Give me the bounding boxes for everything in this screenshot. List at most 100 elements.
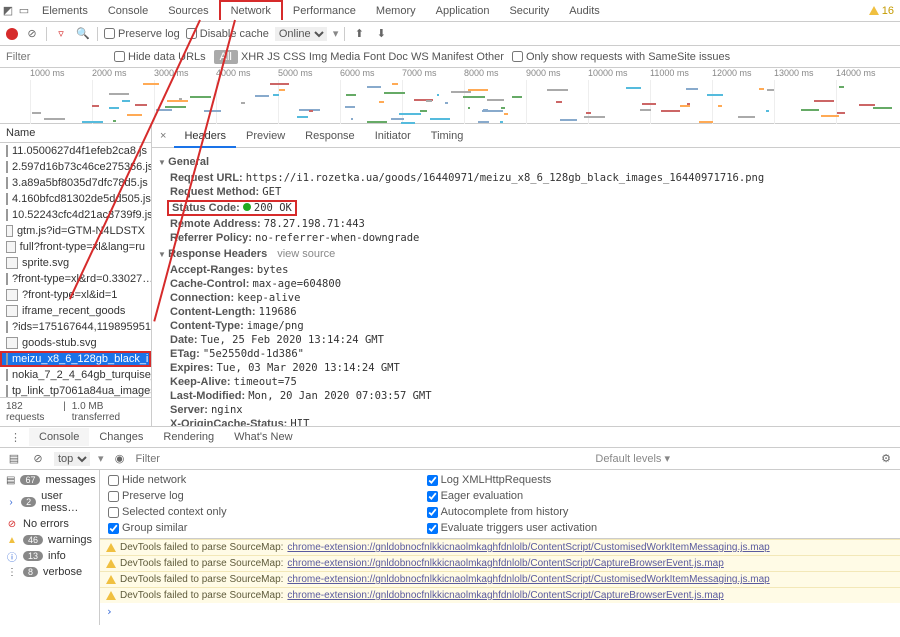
sourcemap-link[interactable]: chrome-extension://gnldobnocfnlkkicnaolm… <box>287 590 723 601</box>
samesite-checkbox[interactable]: Only show requests with SameSite issues <box>512 51 730 63</box>
console-opt-log-xmlhttprequests[interactable]: Log XMLHttpRequests <box>427 474 598 486</box>
file-icon <box>6 337 18 349</box>
drawer-tab-rendering[interactable]: Rendering <box>153 428 224 446</box>
filter-type-img[interactable]: Img <box>309 51 327 63</box>
upload-icon[interactable]: ⬆ <box>351 26 367 42</box>
clear-icon[interactable]: ⊘ <box>24 26 40 42</box>
filter-type-font[interactable]: Font <box>363 51 385 63</box>
request-row[interactable]: sprite.svg <box>0 255 151 271</box>
tab-sources[interactable]: Sources <box>158 2 218 20</box>
settings-gear-icon[interactable]: ⚙ <box>878 451 894 467</box>
tab-application[interactable]: Application <box>426 2 500 20</box>
tab-elements[interactable]: Elements <box>32 2 98 20</box>
file-icon <box>6 385 8 397</box>
console-filter-warnings[interactable]: ▲46warnings <box>0 532 99 548</box>
request-row[interactable]: iframe_recent_goods <box>0 303 151 319</box>
sidebar-toggle-icon[interactable]: ▤ <box>6 451 22 467</box>
console-opt-selected-context-only[interactable]: Selected context only <box>108 506 227 518</box>
filter-type-manifest[interactable]: Manifest <box>432 51 474 63</box>
search-icon[interactable]: 🔍 <box>75 26 91 42</box>
waterfall-overview[interactable]: 1000 ms2000 ms3000 ms4000 ms5000 ms6000 … <box>0 68 900 124</box>
filter-type-other[interactable]: Other <box>476 51 504 63</box>
clear-console-icon[interactable]: ⊘ <box>30 451 46 467</box>
tab-network[interactable]: Network <box>219 0 283 20</box>
header-row: Accept-Ranges: bytes <box>170 264 888 276</box>
filter-type-ws[interactable]: WS <box>411 51 429 63</box>
console-opt-preserve-log[interactable]: Preserve log <box>108 490 227 502</box>
eye-icon[interactable]: ◉ <box>112 451 128 467</box>
request-row[interactable]: 4.160bfcd81302de5dd505.js <box>0 191 151 207</box>
filter-input[interactable] <box>6 51 106 63</box>
console-opt-autocomplete-from-history[interactable]: Autocomplete from history <box>427 506 598 518</box>
drawer-tab-changes[interactable]: Changes <box>89 428 153 446</box>
request-row[interactable]: 3.a89a5bf8035d7dfc78d5.js <box>0 175 151 191</box>
filter-type-media[interactable]: Media <box>330 51 360 63</box>
download-icon[interactable]: ⬇ <box>373 26 389 42</box>
warning-icon <box>106 591 116 600</box>
general-section[interactable]: General <box>158 156 888 168</box>
hide-data-urls-checkbox[interactable]: Hide data URLs <box>114 51 206 63</box>
detail-tab-timing[interactable]: Timing <box>421 126 474 146</box>
request-row[interactable]: 11.0500627d4f1efeb2ca8.js <box>0 143 151 159</box>
detail-tab-response[interactable]: Response <box>295 126 365 146</box>
file-icon <box>6 289 18 301</box>
request-row[interactable]: 10.52243cfc4d21ac3739f9.js <box>0 207 151 223</box>
sourcemap-link[interactable]: chrome-extension://gnldobnocfnlkkicnaolm… <box>287 574 769 585</box>
drawer-tab-console[interactable]: Console <box>29 428 89 446</box>
timeline-tick: 7000 ms <box>402 68 437 78</box>
log-levels-dropdown[interactable]: Default levels ▾ <box>595 452 670 465</box>
name-column-header[interactable]: Name <box>0 124 151 143</box>
console-opt-group-similar[interactable]: Group similar <box>108 522 227 534</box>
warnings-badge[interactable]: 16 <box>869 5 894 17</box>
tab-security[interactable]: Security <box>499 2 559 20</box>
tab-audits[interactable]: Audits <box>559 2 610 20</box>
console-opt-hide-network[interactable]: Hide network <box>108 474 227 486</box>
console-opt-evaluate-triggers-user-activation[interactable]: Evaluate triggers user activation <box>427 522 598 534</box>
request-row[interactable]: goods-stub.svg <box>0 335 151 351</box>
request-row[interactable]: ?front-type=xl&id=1 <box>0 287 151 303</box>
console-filter-messages[interactable]: ▤67messages <box>0 472 99 488</box>
console-filter-input[interactable] <box>136 453 296 465</box>
requests-summary: 182 requests|1.0 MB transferred <box>0 397 151 426</box>
timeline-tick: 12000 ms <box>712 68 752 78</box>
request-row[interactable]: tp_link_tp7061a84ua_images_… <box>0 383 151 397</box>
drawer-tab-what-s-new[interactable]: What's New <box>224 428 302 446</box>
context-select[interactable]: top <box>54 452 90 466</box>
sourcemap-link[interactable]: chrome-extension://gnldobnocfnlkkicnaolm… <box>287 558 723 569</box>
filter-type-js[interactable]: JS <box>267 51 280 63</box>
filter-type-doc[interactable]: Doc <box>388 51 408 63</box>
device-toggle-icon[interactable]: ▭ <box>16 3 32 19</box>
request-row[interactable]: gtm.js?id=GTM-N4LDSTX <box>0 223 151 239</box>
filter-icon[interactable]: ▿ <box>53 26 69 42</box>
request-row[interactable]: nokia_7_2_4_64gb_turquise_i… <box>0 367 151 383</box>
view-source-link[interactable]: view source <box>277 248 335 260</box>
detail-tab-initiator[interactable]: Initiator <box>365 126 421 146</box>
file-icon <box>6 241 16 253</box>
console-filter-No-errors[interactable]: ⊘No errors <box>0 516 99 532</box>
console-prompt[interactable]: › <box>100 603 900 620</box>
request-row[interactable]: ?ids=175167644,119895951 <box>0 319 151 335</box>
console-filter-user-mess-[interactable]: ›2user mess… <box>0 488 99 516</box>
tab-performance[interactable]: Performance <box>283 2 366 20</box>
preserve-log-checkbox[interactable]: Preserve log <box>104 28 180 40</box>
filter-type-xhr[interactable]: XHR <box>241 51 264 63</box>
console-filter-verbose[interactable]: ⋮8verbose <box>0 564 99 580</box>
tab-memory[interactable]: Memory <box>366 2 426 20</box>
drawer-menu-icon[interactable]: ⋮ <box>4 431 27 444</box>
sourcemap-link[interactable]: chrome-extension://gnldobnocfnlkkicnaolm… <box>287 542 769 553</box>
file-icon <box>6 225 13 237</box>
filter-type-css[interactable]: CSS <box>283 51 306 63</box>
close-icon[interactable]: × <box>152 130 174 142</box>
record-button[interactable] <box>6 28 18 40</box>
request-row[interactable]: full?front-type=xl&lang=ru <box>0 239 151 255</box>
detail-tab-preview[interactable]: Preview <box>236 126 295 146</box>
tab-console[interactable]: Console <box>98 2 158 20</box>
inspect-icon[interactable]: ◩ <box>0 3 16 19</box>
console-filter-info[interactable]: ⓘ13info <box>0 548 99 564</box>
console-opt-eager-evaluation[interactable]: Eager evaluation <box>427 490 598 502</box>
warning-icon <box>869 6 879 15</box>
throttle-select[interactable]: Online <box>275 27 327 41</box>
disable-cache-checkbox[interactable]: Disable cache <box>186 28 269 40</box>
response-headers-section[interactable]: Response Headersview source <box>158 248 888 260</box>
request-row[interactable]: meizu_x8_6_128gb_black_ima… <box>0 351 151 367</box>
